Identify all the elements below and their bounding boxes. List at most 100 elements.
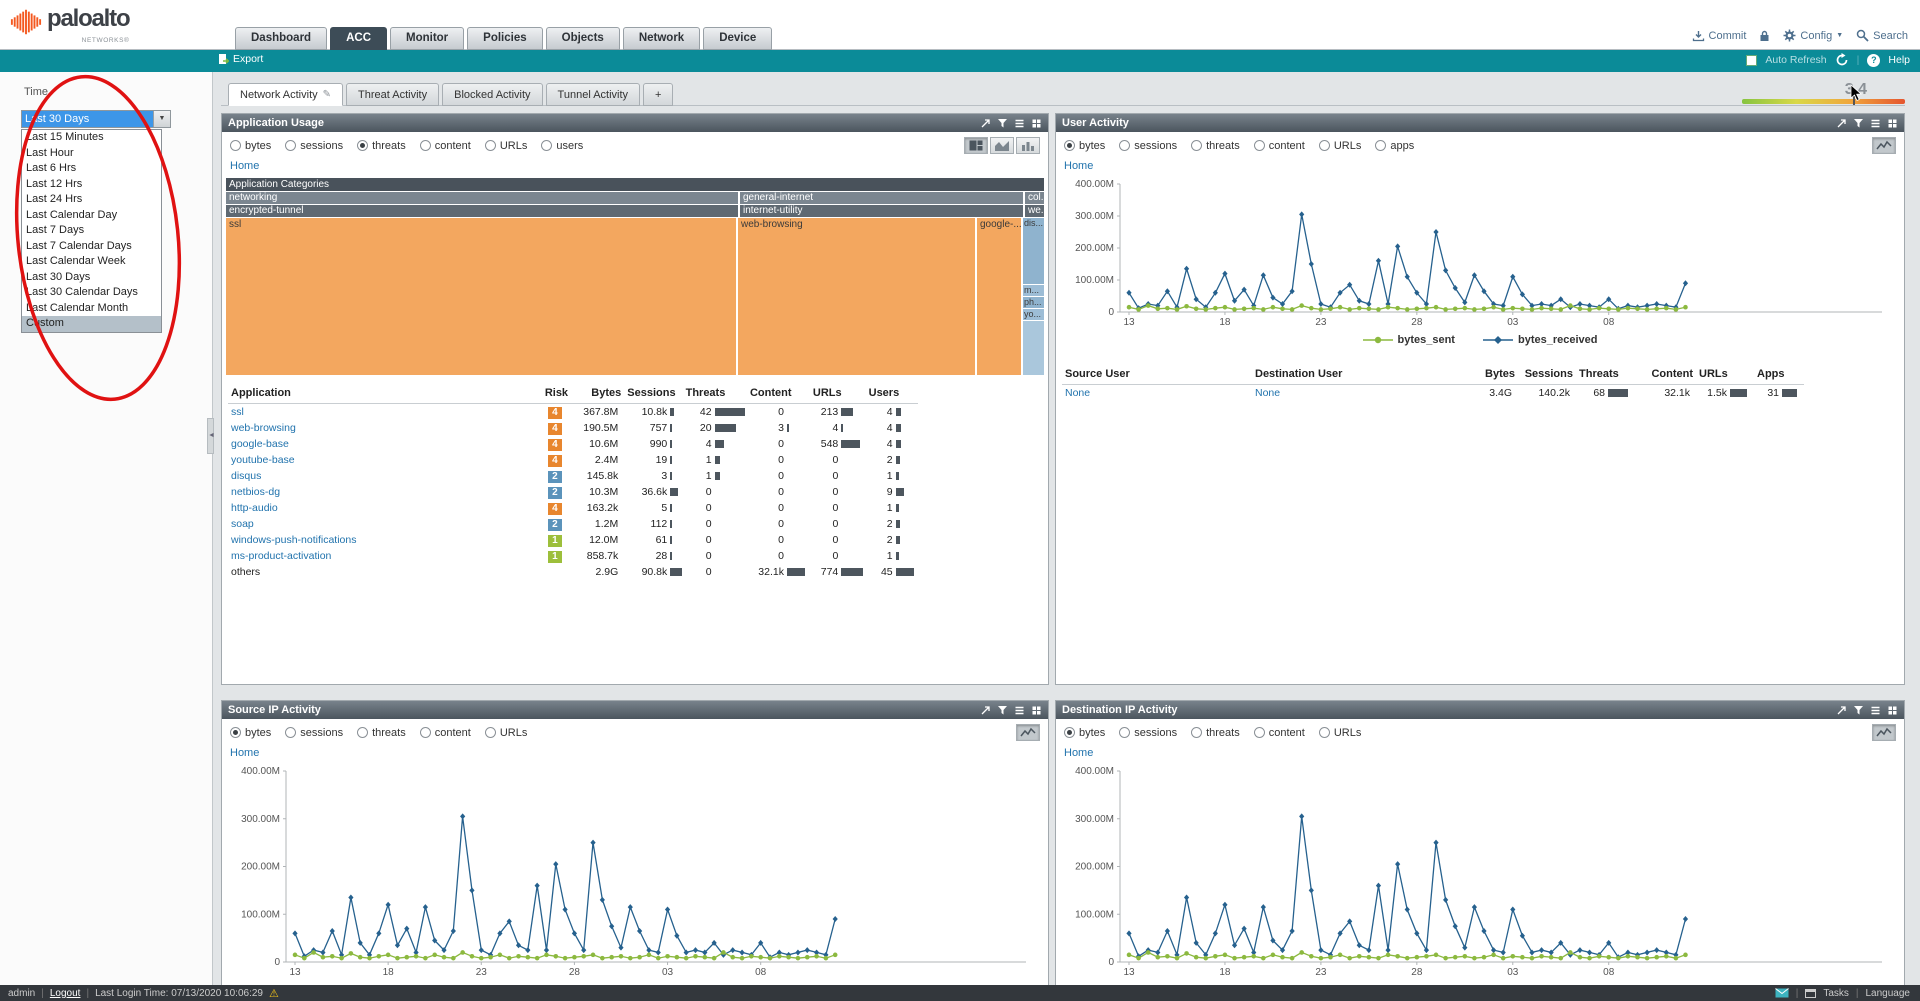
time-option-last-24-hrs[interactable]: Last 24 Hrs [22, 192, 161, 208]
treemap-view-button[interactable] [964, 137, 988, 154]
metric-radio-urls[interactable]: URLs [485, 727, 528, 739]
nav-tab-policies[interactable]: Policies [467, 27, 542, 50]
metric-radio-content[interactable]: content [1254, 727, 1305, 739]
time-option-custom[interactable]: Custom [22, 316, 161, 332]
commit-button[interactable]: Commit [1692, 30, 1747, 42]
help-label[interactable]: Help [1888, 54, 1910, 66]
application-link-netbios-dg[interactable]: netbios-dg [231, 486, 280, 498]
breadcrumb-home-link[interactable]: Home [1064, 160, 1093, 172]
area-chart-view-button[interactable] [990, 137, 1014, 154]
time-option-last-hour[interactable]: Last Hour [22, 146, 161, 162]
metric-radio-apps[interactable]: apps [1375, 140, 1414, 152]
application-link-google-base[interactable]: google-base [231, 438, 289, 450]
metric-radio-sessions[interactable]: sessions [285, 140, 343, 152]
treemap-category-general-internet[interactable]: general-internet [740, 192, 1023, 204]
treemap-leaf-web-browsing[interactable]: web-browsing [738, 218, 975, 375]
treemap-subcategory-internet-utility[interactable]: internet-utility [740, 205, 1023, 217]
nav-tab-objects[interactable]: Objects [546, 27, 620, 50]
application-link-ms-product-activation[interactable]: ms-product-activation [231, 550, 331, 562]
application-link-ssl[interactable]: ssl [231, 406, 244, 418]
metric-radio-sessions[interactable]: sessions [1119, 140, 1177, 152]
time-dropdown-arrow[interactable]: ▼ [153, 111, 170, 127]
nav-tab-monitor[interactable]: Monitor [390, 27, 464, 50]
treemap-leaf-m[interactable]: m... [1023, 285, 1044, 296]
acc-tab-network-activity[interactable]: Network Activity✎ [228, 83, 343, 106]
time-option-last-calendar-month[interactable]: Last Calendar Month [22, 301, 161, 317]
maximize-icon[interactable] [980, 118, 991, 129]
search-button[interactable]: Search [1856, 29, 1908, 42]
treemap-subcategory-encrypted-tunnel[interactable]: encrypted-tunnel [226, 205, 738, 217]
nav-tab-device[interactable]: Device [703, 27, 772, 50]
line-chart-view-button[interactable] [1872, 137, 1896, 154]
metric-radio-threats[interactable]: threats [1191, 140, 1240, 152]
line-chart-view-button[interactable] [1872, 724, 1896, 741]
help-icon[interactable]: ? [1867, 54, 1880, 67]
list-view-icon[interactable] [1014, 705, 1025, 716]
auto-refresh-checkbox[interactable] [1746, 55, 1757, 66]
filter-icon[interactable] [997, 705, 1008, 716]
filter-icon[interactable] [1853, 118, 1864, 129]
metric-radio-users[interactable]: users [541, 140, 583, 152]
nav-tab-dashboard[interactable]: Dashboard [235, 27, 327, 50]
time-option-last-calendar-day[interactable]: Last Calendar Day [22, 208, 161, 224]
treemap-subcategory-web[interactable]: we... [1025, 205, 1044, 217]
metric-radio-urls[interactable]: URLs [1319, 140, 1362, 152]
metric-radio-bytes[interactable]: bytes [1064, 140, 1105, 152]
grid-view-icon[interactable] [1887, 705, 1898, 716]
language-button[interactable]: Language [1866, 988, 1911, 999]
time-option-last-12-hrs[interactable]: Last 12 Hrs [22, 177, 161, 193]
metric-radio-urls[interactable]: URLs [485, 140, 528, 152]
list-view-icon[interactable] [1870, 118, 1881, 129]
destination-user-link[interactable]: None [1255, 387, 1280, 399]
metric-radio-sessions[interactable]: sessions [1119, 727, 1177, 739]
metric-radio-content[interactable]: content [420, 140, 471, 152]
filter-icon[interactable] [997, 118, 1008, 129]
treemap-category-collaboration[interactable]: col... [1025, 192, 1044, 204]
treemap-leaf-ph[interactable]: ph... [1023, 297, 1044, 308]
breadcrumb-home-link[interactable]: Home [230, 747, 259, 759]
metric-radio-urls[interactable]: URLs [1319, 727, 1362, 739]
time-option-last-calendar-week[interactable]: Last Calendar Week [22, 254, 161, 270]
time-option-last-30-days[interactable]: Last 30 Days [22, 270, 161, 286]
tasks-button[interactable]: Tasks [1823, 988, 1849, 999]
metric-radio-bytes[interactable]: bytes [230, 727, 271, 739]
nav-tab-network[interactable]: Network [623, 27, 700, 50]
metric-radio-bytes[interactable]: bytes [1064, 727, 1105, 739]
treemap-leaf-disqus[interactable]: dis... [1023, 218, 1044, 284]
time-option-last-6-hrs[interactable]: Last 6 Hrs [22, 161, 161, 177]
metric-radio-content[interactable]: content [420, 727, 471, 739]
filter-icon[interactable] [1853, 705, 1864, 716]
grid-view-icon[interactable] [1031, 118, 1042, 129]
maximize-icon[interactable] [1836, 705, 1847, 716]
edit-pencil-icon[interactable]: ✎ [323, 84, 331, 106]
application-link-windows-push-notifications[interactable]: windows-push-notifications [231, 534, 356, 546]
metric-radio-content[interactable]: content [1254, 140, 1305, 152]
treemap-leaf-google[interactable]: google-... [977, 218, 1021, 375]
breadcrumb-home-link[interactable]: Home [1064, 747, 1093, 759]
source-user-link[interactable]: None [1065, 387, 1090, 399]
bar-chart-view-button[interactable] [1016, 137, 1040, 154]
application-link-youtube-base[interactable]: youtube-base [231, 454, 295, 466]
logout-link[interactable]: Logout [50, 988, 81, 999]
treemap-leaf-yo[interactable]: yo... [1023, 309, 1044, 320]
treemap-category-networking[interactable]: networking [226, 192, 738, 204]
list-view-icon[interactable] [1014, 118, 1025, 129]
application-link-http-audio[interactable]: http-audio [231, 502, 278, 514]
lock-button[interactable] [1759, 30, 1770, 42]
list-view-icon[interactable] [1870, 705, 1881, 716]
application-link-web-browsing[interactable]: web-browsing [231, 422, 296, 434]
acc-tab-threat-activity[interactable]: Threat Activity [346, 83, 439, 106]
line-chart-view-button[interactable] [1016, 724, 1040, 741]
time-selected-value[interactable]: Last 30 Days [22, 111, 153, 127]
breadcrumb-home-link[interactable]: Home [230, 160, 259, 172]
grid-view-icon[interactable] [1031, 705, 1042, 716]
sidebar-collapse-handle[interactable]: ◄ [207, 418, 214, 454]
notifications-icon[interactable] [1775, 988, 1789, 998]
maximize-icon[interactable] [1836, 118, 1847, 129]
grid-view-icon[interactable] [1887, 118, 1898, 129]
metric-radio-bytes[interactable]: bytes [230, 140, 271, 152]
time-option-last-30-calendar-days[interactable]: Last 30 Calendar Days [22, 285, 161, 301]
time-option-last-7-days[interactable]: Last 7 Days [22, 223, 161, 239]
time-option-last-7-calendar-days[interactable]: Last 7 Calendar Days [22, 239, 161, 255]
metric-radio-threats[interactable]: threats [357, 140, 406, 152]
